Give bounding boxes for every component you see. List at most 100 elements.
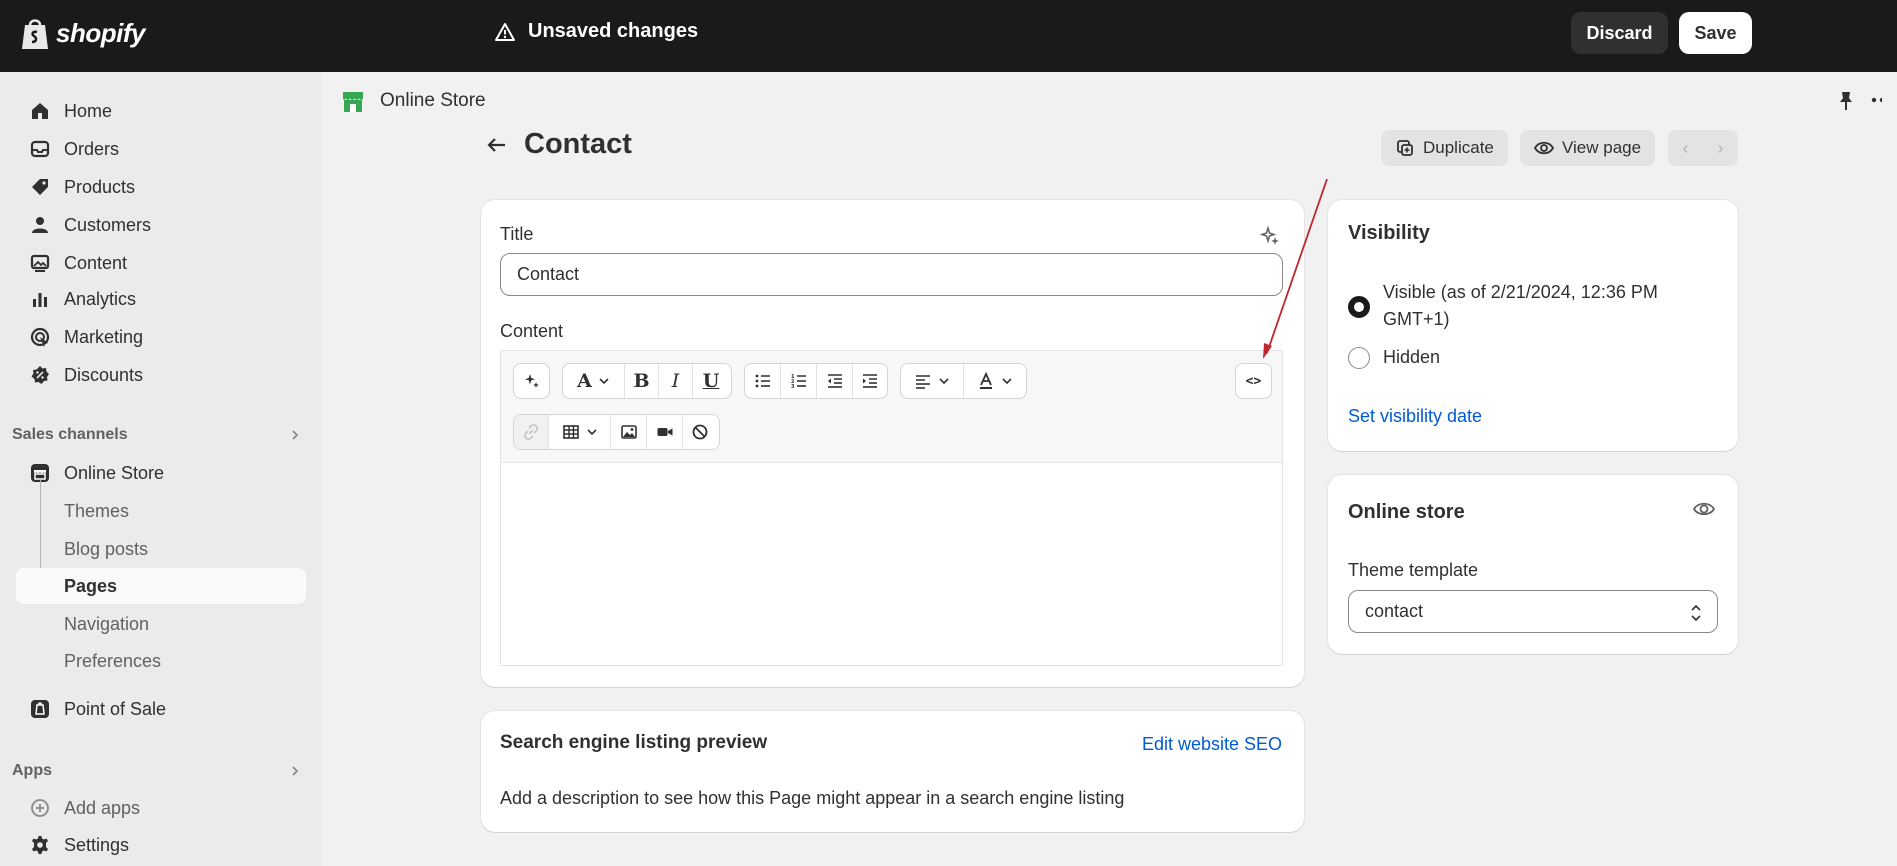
visible-radio[interactable] <box>1348 296 1370 318</box>
online-store-icon <box>343 92 363 112</box>
breadcrumb[interactable]: Online Store <box>340 88 486 114</box>
svg-text:3: 3 <box>791 384 795 390</box>
chevron-left-icon[interactable]: ‹ <box>1668 130 1703 166</box>
seo-title: Search engine listing preview <box>500 732 768 753</box>
home-icon <box>16 100 64 122</box>
list-group: 123 <box>744 363 888 399</box>
annotation-arrow <box>1263 178 1328 359</box>
hidden-label: Hidden <box>1383 347 1441 367</box>
view-page-button[interactable]: View page <box>1520 130 1656 166</box>
sidebar-item-settings[interactable]: Settings <box>16 827 306 863</box>
visibility-title: Visibility <box>1348 222 1430 244</box>
sales-channels-label: Sales channels <box>12 426 128 443</box>
discount-icon <box>16 364 64 386</box>
seo-description: Add a description to see how this Page m… <box>500 788 1125 808</box>
person-icon <box>16 214 64 236</box>
shopify-bag-icon <box>22 19 48 49</box>
sidebar-item-themes[interactable]: Themes <box>16 493 306 529</box>
sidebar-item-pages[interactable]: Pages <box>16 568 306 604</box>
text-format-group: A B I U <box>562 363 732 399</box>
pos-icon <box>16 698 64 720</box>
sales-channels-header[interactable]: Sales channels <box>12 420 302 450</box>
edit-website-seo-link[interactable]: Edit website SEO <box>1142 734 1282 755</box>
breadcrumb-label: Online Store <box>380 90 486 111</box>
rich-text-editor: A B I U 123 <> <box>500 350 1283 666</box>
sparkle-ai-icon[interactable] <box>514 364 549 398</box>
save-button[interactable]: Save <box>1679 12 1752 54</box>
sidebar-item-analytics[interactable]: Analytics <box>16 281 306 317</box>
view-page-label: View page <box>1562 138 1642 157</box>
sidebar-item-add-apps[interactable]: Add apps <box>16 790 306 826</box>
sidebar-item-preferences[interactable]: Preferences <box>16 643 306 679</box>
insert-group <box>513 414 720 450</box>
top-bar: shopify Unsaved changes Discard Save <box>0 0 1897 72</box>
back-arrow-icon[interactable] <box>486 134 508 156</box>
sidebar-item-navigation[interactable]: Navigation <box>16 606 306 642</box>
sidebar-item-point-of-sale[interactable]: Point of Sale <box>16 691 306 727</box>
eye-icon[interactable] <box>1692 498 1716 520</box>
chevron-right-icon <box>292 766 299 776</box>
title-label: Title <box>500 224 534 244</box>
sidebar-item-content[interactable]: Content <box>16 245 306 281</box>
chevron-right-icon[interactable]: › <box>1703 130 1738 166</box>
clear-formatting-icon[interactable] <box>683 415 717 449</box>
sidebar-item-online-store[interactable]: Online Store <box>16 455 306 491</box>
italic-button[interactable]: I <box>659 364 693 398</box>
image-content-icon <box>16 252 64 274</box>
gear-icon <box>16 834 64 856</box>
indent-icon[interactable] <box>853 364 887 398</box>
sidebar-item-blog-posts[interactable]: Blog posts <box>16 531 306 567</box>
align-dropdown[interactable] <box>901 364 964 398</box>
sidebar-item-orders[interactable]: Orders <box>16 131 306 167</box>
theme-template-select[interactable]: contact <box>1348 590 1718 633</box>
text-color-dropdown[interactable] <box>964 364 1026 398</box>
theme-template-label: Theme template <box>1348 560 1479 580</box>
select-arrows-icon <box>1691 604 1701 622</box>
code-view-group: <> <box>1235 363 1272 399</box>
font-style-dropdown[interactable]: A <box>563 364 625 398</box>
insert-image-icon[interactable] <box>611 415 647 449</box>
insert-video-icon[interactable] <box>647 415 683 449</box>
apps-header[interactable]: Apps <box>12 756 302 786</box>
duplicate-label: Duplicate <box>1423 138 1494 157</box>
hidden-radio[interactable] <box>1348 347 1370 369</box>
outdent-icon[interactable] <box>817 364 853 398</box>
scrollbar-track[interactable] <box>1882 72 1897 866</box>
align-color-group <box>900 363 1027 399</box>
duplicate-button[interactable]: Duplicate <box>1381 130 1508 166</box>
shopify-wordmark: shopify <box>56 17 145 48</box>
sidebar-item-customers[interactable]: Customers <box>16 207 306 243</box>
theme-template-value: contact <box>1365 601 1424 621</box>
sidebar-item-marketing[interactable]: Marketing <box>16 319 306 355</box>
numbered-list-icon[interactable]: 123 <box>781 364 817 398</box>
duplicate-icon <box>1397 140 1413 156</box>
add-circle-icon <box>16 797 64 819</box>
unsaved-changes-status: Unsaved changes <box>494 20 698 43</box>
table-dropdown[interactable] <box>549 415 611 449</box>
sidebar-item-products[interactable]: Products <box>16 169 306 205</box>
editor-toolbar: A B I U 123 <> <box>501 351 1282 463</box>
set-visibility-date-link[interactable]: Set visibility date <box>1348 406 1482 427</box>
online-store-title: Online store <box>1348 501 1465 523</box>
title-input[interactable]: Contact <box>500 253 1283 296</box>
page-header: Contact <box>486 128 632 161</box>
bold-button[interactable]: B <box>625 364 659 398</box>
apps-label: Apps <box>12 762 52 779</box>
bar-chart-icon <box>16 288 64 310</box>
ai-group <box>513 363 550 399</box>
eye-icon <box>1534 141 1554 155</box>
tag-icon <box>16 176 64 198</box>
editor-body[interactable] <box>501 463 1282 665</box>
pin-icon[interactable] <box>1836 90 1856 112</box>
link-icon[interactable] <box>514 415 549 449</box>
bullet-list-icon[interactable] <box>745 364 781 398</box>
show-html-button[interactable]: <> <box>1236 364 1271 398</box>
sidebar-item-discounts[interactable]: Discounts <box>16 357 306 393</box>
sidebar-item-home[interactable]: Home <box>16 93 306 129</box>
content-label: Content <box>500 321 564 341</box>
discard-button[interactable]: Discard <box>1571 12 1668 54</box>
page-pager: ‹ › <box>1668 130 1738 166</box>
visible-label-line2: GMT+1) <box>1383 309 1450 329</box>
shopify-logo[interactable]: shopify <box>20 16 145 50</box>
underline-button[interactable]: U <box>693 364 729 398</box>
